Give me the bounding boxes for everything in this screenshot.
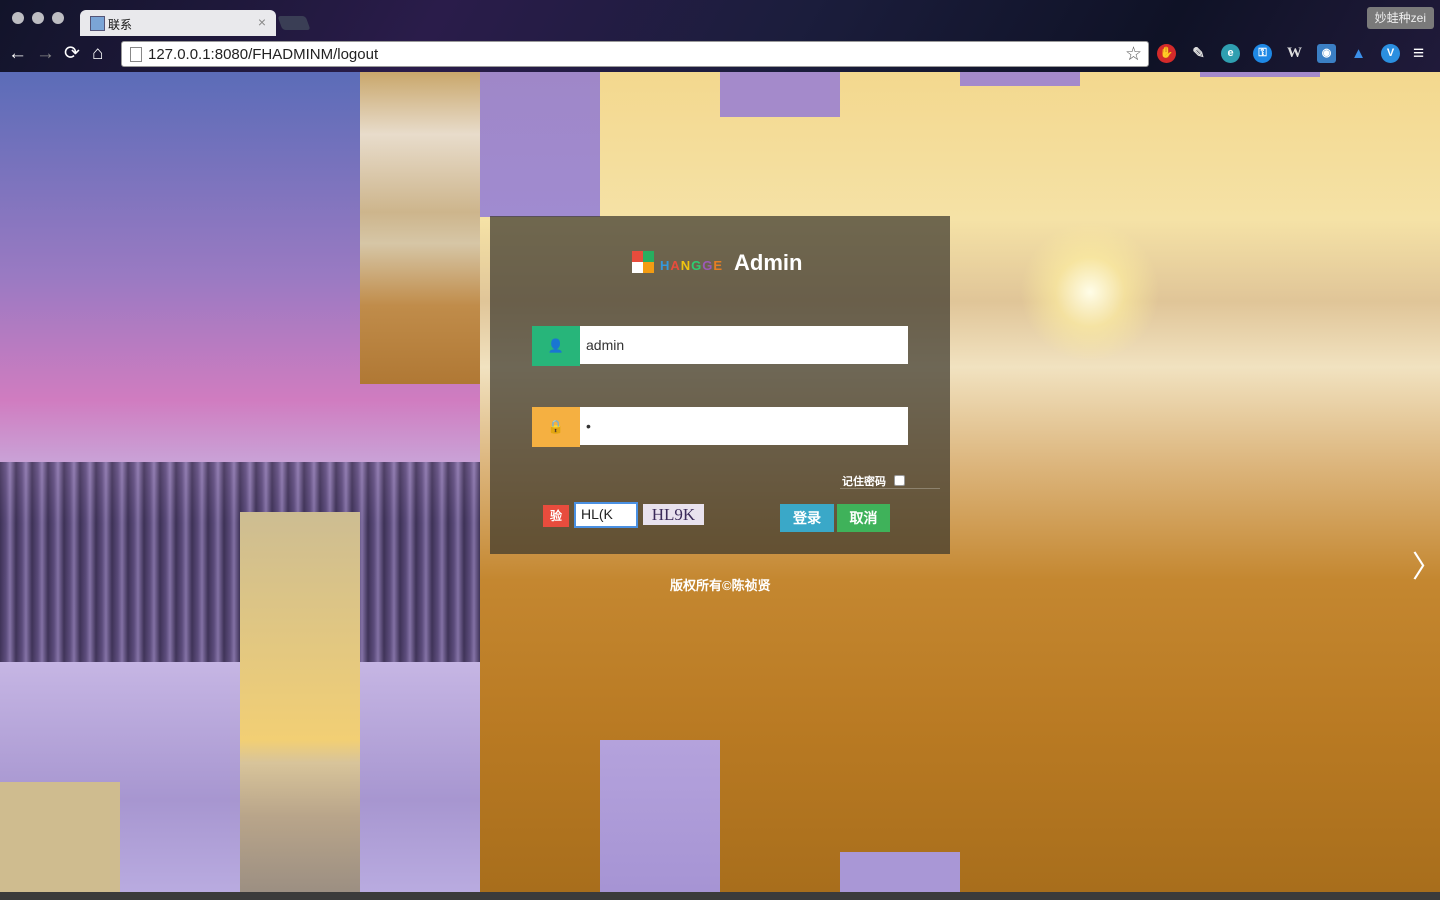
cancel-button[interactable]: 取消 (837, 504, 890, 532)
password-input[interactable]: • (580, 407, 908, 445)
new-tab-button[interactable] (277, 16, 311, 30)
beach-strip (360, 72, 480, 384)
tab-close-icon[interactable]: × (258, 14, 266, 30)
reload-icon[interactable]: ⟳ (64, 44, 80, 64)
e-icon[interactable]: e (1221, 44, 1240, 63)
user-icon: 👤 (532, 326, 580, 366)
favicon-icon (90, 16, 105, 31)
snow-strip-2 (840, 852, 960, 892)
profile-button[interactable]: 妙蛙种zei (1366, 7, 1434, 29)
divider (840, 488, 940, 489)
v-icon[interactable]: V (1381, 44, 1400, 63)
lock-icon: 🔒 (532, 407, 580, 447)
browser-tab[interactable]: 联系 × (80, 10, 276, 36)
sky-strip-2 (720, 72, 840, 117)
sky-strip-3 (960, 72, 1080, 86)
adblock-icon[interactable]: ✋ (1157, 44, 1176, 63)
sky-strip-4 (1200, 72, 1320, 77)
address-bar[interactable]: 127.0.0.1:8080/FHADMINM/logout ☆ (121, 41, 1149, 67)
home-icon[interactable]: ⌂ (92, 44, 103, 64)
close-window-icon[interactable] (12, 12, 24, 24)
captcha-image[interactable]: HL9K (643, 504, 704, 525)
username-input[interactable] (580, 326, 908, 364)
browser-chrome: 联系 × 妙蛙种zei ← → ⟳ ⌂ 127.0.0.1:8080/FHADM… (0, 0, 1440, 72)
maximize-window-icon[interactable] (52, 12, 64, 24)
logo-grid-icon (632, 251, 654, 273)
square-icon[interactable]: ◉ (1317, 44, 1336, 63)
feather-icon[interactable]: ✎ (1189, 44, 1208, 63)
remember-password-label: 记住密码 (842, 476, 886, 488)
login-panel: HANGGE Admin 👤 🔒 • 记住密码 验 HL(K HL9K 登录 取… (490, 216, 950, 554)
bookmark-star-icon[interactable]: ☆ (1125, 43, 1142, 66)
minimize-window-icon[interactable] (32, 12, 44, 24)
logo-brand: HANGGE (660, 258, 724, 273)
back-icon[interactable]: ← (8, 44, 27, 64)
next-slide-icon[interactable]: 〉 (1412, 542, 1440, 586)
status-bar (0, 892, 1440, 900)
w-icon[interactable]: W (1285, 44, 1304, 63)
key-icon[interactable]: ⚿ (1253, 44, 1272, 63)
forward-icon[interactable]: → (36, 44, 55, 64)
url-text[interactable]: 127.0.0.1:8080/FHADMINM/logout (148, 46, 378, 63)
login-button[interactable]: 登录 (780, 504, 834, 532)
logo-title: Admin (734, 250, 803, 275)
snow-strip (600, 740, 720, 892)
sunset-strip (240, 512, 360, 892)
copyright-text: 版权所有©陈祯贤 (670, 578, 771, 593)
verify-code-input[interactable]: HL(K (574, 502, 638, 528)
sand-block (0, 782, 120, 892)
sky-strip (480, 72, 600, 217)
cap-icon[interactable]: ▲ (1349, 44, 1368, 63)
tab-title: 联系 (108, 18, 133, 32)
remember-password-checkbox[interactable] (894, 475, 905, 486)
menu-icon[interactable]: ≡ (1413, 44, 1424, 64)
verify-code-tag: 验 (543, 505, 569, 527)
page-icon (130, 47, 142, 62)
sun (1020, 222, 1160, 362)
